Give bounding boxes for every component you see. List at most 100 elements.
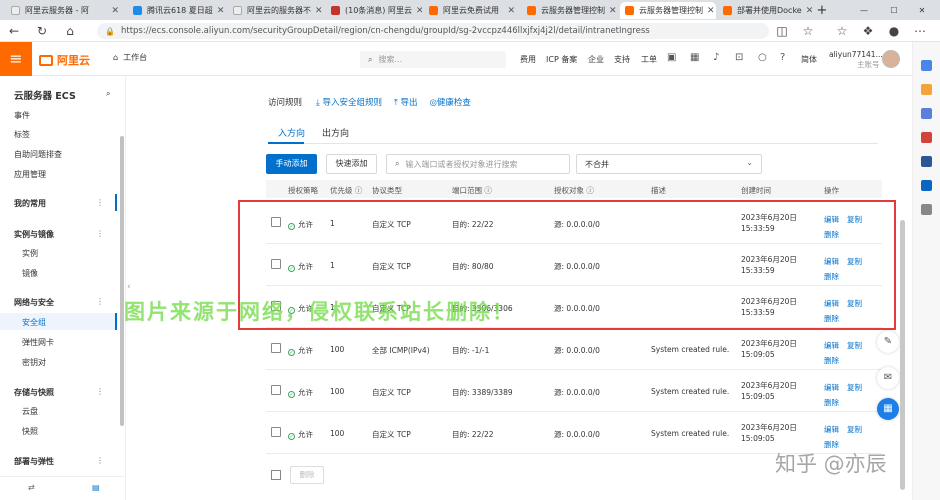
copy-link[interactable]: 复制 (847, 425, 862, 434)
favorite-icon[interactable]: ☆ (800, 23, 816, 39)
bulk-delete-button[interactable]: 删除 (290, 466, 324, 484)
more-icon[interactable]: ⋮ (96, 456, 104, 465)
browser-tab[interactable]: 部署并使用Docke ✕ (718, 2, 814, 19)
workbench-link[interactable]: ⌂ 工作台 (113, 52, 147, 63)
row-checkbox[interactable] (271, 385, 281, 395)
merge-select[interactable]: 不合并 ⌄ (576, 154, 762, 174)
home-icon[interactable]: ⌂ (62, 23, 78, 39)
close-icon[interactable]: ✕ (213, 6, 224, 16)
browser-tab[interactable]: 阿里云的服务器不 ✕ (228, 2, 324, 19)
sidebar-item-apps[interactable]: 应用管理 (14, 169, 46, 180)
avatar[interactable] (882, 50, 900, 68)
row-checkbox[interactable] (271, 427, 281, 437)
sidebar-item-disks[interactable]: 云盘 (22, 406, 38, 417)
more-icon[interactable]: ⋮ (96, 387, 104, 396)
window-close-icon[interactable]: ✕ (914, 2, 930, 19)
nav-tickets[interactable]: 工单 (641, 54, 657, 65)
favorites-bar-icon[interactable]: ☆ (834, 23, 850, 39)
search-icon[interactable] (921, 60, 932, 71)
collections-icon[interactable] (921, 108, 932, 119)
sidebar-item-events[interactable]: 事件 (14, 110, 30, 121)
more-icon[interactable]: ⋮ (96, 297, 104, 306)
browser-tab[interactable]: (10条消息) 阿里云 ✕ (326, 2, 422, 19)
tag-icon[interactable] (921, 84, 932, 95)
terminal-icon[interactable]: ▣ (667, 52, 676, 63)
page-scrollbar[interactable] (900, 220, 905, 490)
nav-icp[interactable]: ICP 备案 (546, 54, 577, 65)
maximize-icon[interactable]: ☐ (886, 2, 902, 19)
browser-tab-active[interactable]: 云服务器管理控制 ✕ (620, 2, 716, 19)
sidebar-item-images[interactable]: 镜像 (22, 268, 38, 279)
close-icon[interactable]: ✕ (107, 6, 119, 16)
image-icon[interactable]: ▦ (690, 52, 699, 63)
edit-link[interactable]: 编辑 (824, 425, 839, 434)
browser-tab[interactable]: 阿里云服务器 - 阿 ✕ (6, 2, 124, 19)
feedback-icon[interactable]: ✉ (877, 367, 899, 389)
edit-link[interactable]: 编辑 (824, 341, 839, 350)
sidebar-group-network[interactable]: 网络与安全 (14, 297, 54, 308)
sidebar-group-storage[interactable]: 存储与快照 (14, 387, 54, 398)
close-icon[interactable]: ✕ (412, 6, 422, 16)
more-icon[interactable]: ⋯ (912, 23, 928, 39)
browser-tab[interactable]: 阿里云免费试用 ✕ (424, 2, 520, 19)
sidebar-item-instances[interactable]: 实例 (22, 248, 38, 259)
new-tab-button[interactable]: + (814, 2, 830, 19)
close-icon[interactable]: ✕ (605, 6, 617, 16)
health-check-link[interactable]: ◎健康检查 (429, 96, 470, 108)
sidebar-group-favorites[interactable]: 我的常用 (14, 198, 46, 209)
sidebar-group-instances[interactable]: 实例与镜像 (14, 229, 54, 240)
close-icon[interactable]: ✕ (703, 6, 715, 16)
manual-add-button[interactable]: 手动添加 (266, 154, 317, 174)
delete-link[interactable]: 删除 (824, 356, 839, 365)
add-icon[interactable] (921, 204, 932, 215)
nav-support[interactable]: 支持 (614, 54, 630, 65)
export-link[interactable]: ⤒ 导出 (394, 96, 417, 108)
tab-outbound[interactable]: 出方向 (322, 126, 349, 139)
close-icon[interactable]: ✕ (311, 6, 323, 16)
quick-add-button[interactable]: 快速添加 (326, 154, 377, 174)
split-screen-icon[interactable]: ◫ (774, 23, 790, 39)
tab-inbound[interactable]: 入方向 (278, 126, 305, 139)
url-input[interactable]: 🔒 https://ecs.console.aliyun.com/securit… (97, 23, 769, 39)
switch-icon[interactable]: ⇄ (28, 483, 35, 492)
more-icon[interactable]: ⋮ (96, 229, 104, 238)
help-icon[interactable]: ? (780, 52, 785, 63)
delete-link[interactable]: 删除 (824, 398, 839, 407)
sidebar-item-snapshots[interactable]: 快照 (22, 426, 38, 437)
edit-icon[interactable]: ✎ (877, 331, 899, 353)
select-all-checkbox[interactable] (271, 470, 281, 480)
cart-icon[interactable]: ⊡ (735, 52, 743, 63)
sidebar-item-security-group[interactable]: 安全组 (22, 317, 46, 328)
browser-tab[interactable]: 腾讯云618 夏日超 ✕ (128, 2, 224, 19)
browser-tab[interactable]: 云服务器管理控制 ✕ (522, 2, 618, 19)
row-checkbox[interactable] (271, 343, 281, 353)
bell-icon[interactable]: ♪ (713, 52, 719, 63)
minimize-icon[interactable]: — (856, 2, 872, 19)
close-icon[interactable]: ✕ (802, 6, 814, 16)
sidebar-item-eni[interactable]: 弹性网卡 (22, 337, 54, 348)
close-icon[interactable]: ✕ (503, 6, 515, 16)
profile-icon[interactable]: ● (886, 23, 902, 39)
console-search-input[interactable]: ⌕ 搜索... (360, 51, 506, 68)
account-info[interactable]: aliyun77141... 主账号 (829, 50, 883, 70)
copy-link[interactable]: 复制 (847, 341, 862, 350)
apps-icon[interactable]: ▦ (877, 398, 899, 420)
more-icon[interactable]: ⋮ (96, 198, 104, 207)
sidebar-item-troubleshoot[interactable]: 自助问题排查 (14, 149, 62, 160)
sidebar-group-deploy[interactable]: 部署与弹性 (14, 456, 54, 467)
language-switch[interactable]: 简体 (801, 54, 817, 65)
back-icon[interactable]: ← (6, 23, 22, 39)
menu-icon[interactable]: ≡ (0, 42, 32, 76)
extensions-icon[interactable]: ❖ (860, 23, 876, 39)
nav-enterprise[interactable]: 企业 (588, 54, 604, 65)
outlook-icon[interactable] (921, 180, 932, 191)
import-rules-link[interactable]: ⤓ 导入安全组规则 (316, 96, 382, 108)
sidebar-item-keypairs[interactable]: 密钥对 (22, 357, 46, 368)
search-icon[interactable]: ⌕ (106, 89, 110, 99)
sidebar-item-tags[interactable]: 标签 (14, 129, 30, 140)
list-icon[interactable]: ▤ (92, 483, 100, 492)
bulb-icon[interactable]: ○ (758, 52, 767, 63)
tools-icon[interactable] (921, 132, 932, 143)
edit-link[interactable]: 编辑 (824, 383, 839, 392)
copy-link[interactable]: 复制 (847, 383, 862, 392)
